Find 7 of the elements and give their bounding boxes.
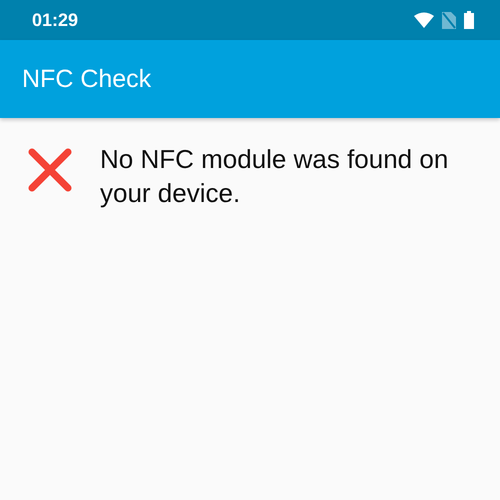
error-cross-icon (28, 148, 72, 192)
no-sim-icon (442, 12, 456, 28)
app-title: NFC Check (22, 64, 152, 94)
wifi-icon (414, 12, 434, 28)
battery-icon (464, 11, 474, 29)
clock-time: 01:29 (32, 10, 78, 30)
message-text: No NFC module was found on your device. (100, 143, 450, 210)
